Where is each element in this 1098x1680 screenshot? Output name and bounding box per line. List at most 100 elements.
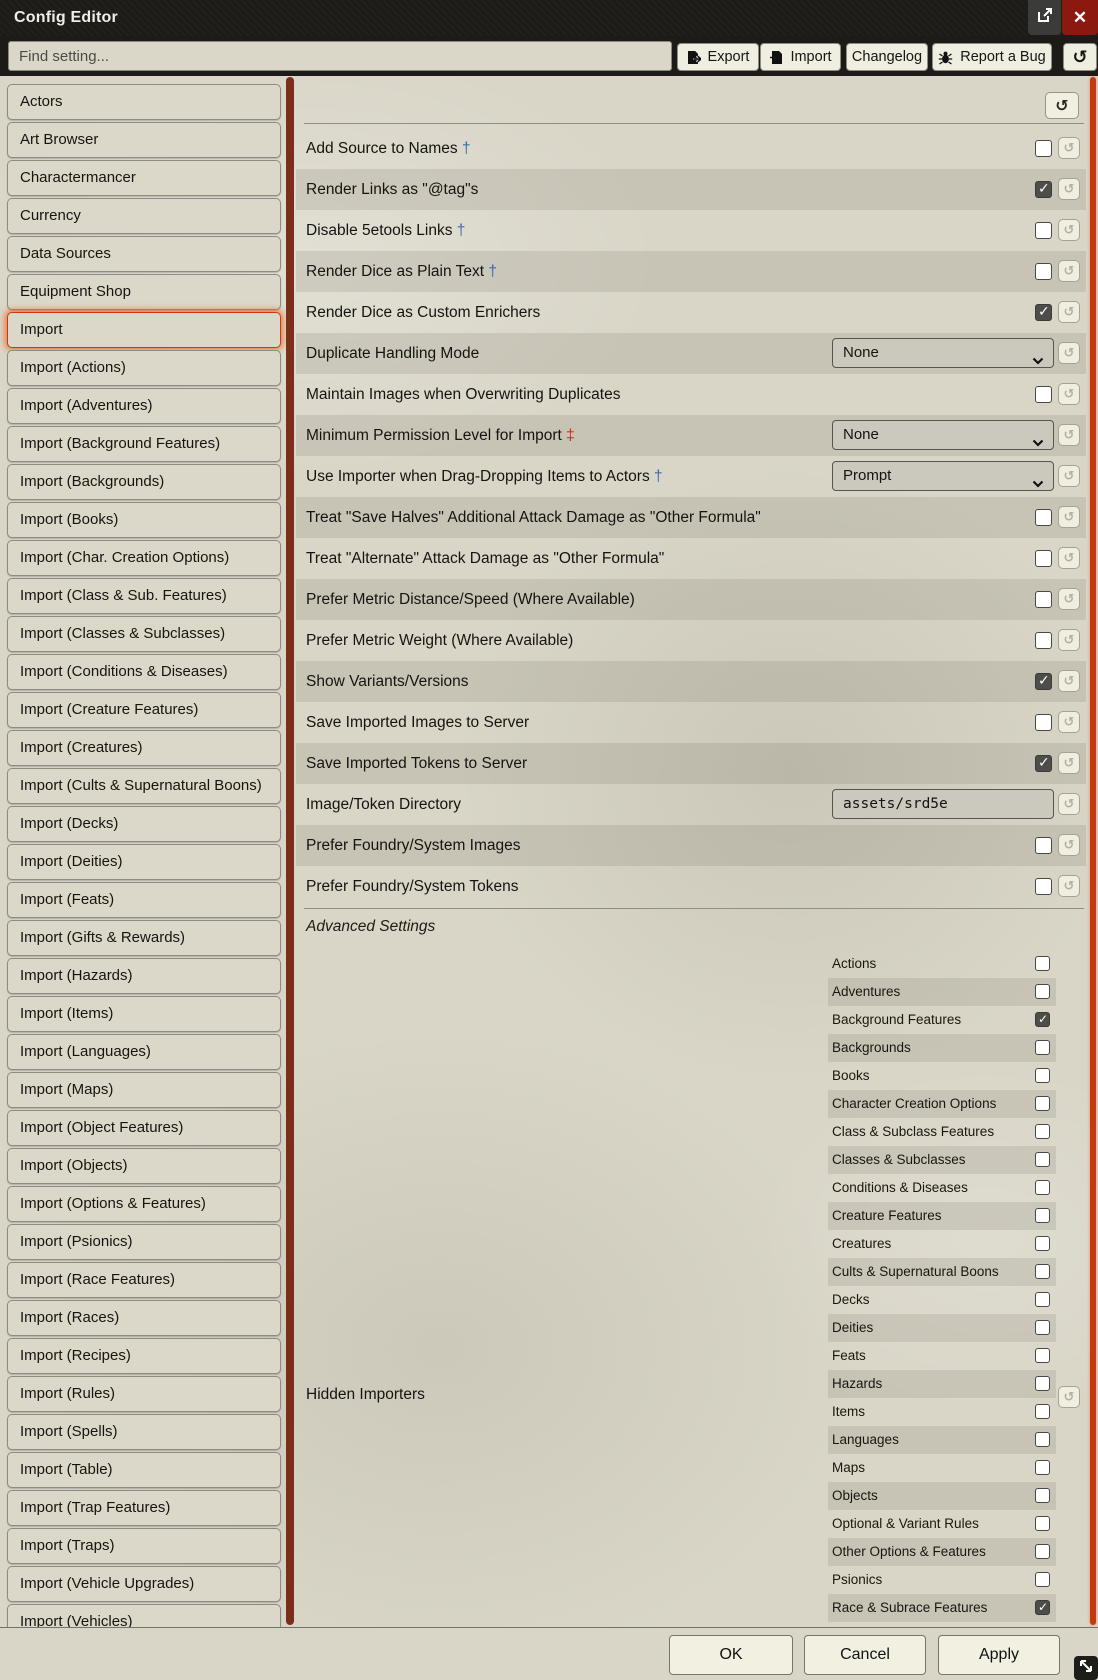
sidebar-item-import-maps[interactable]: Import (Maps) bbox=[7, 1072, 281, 1108]
checkbox-unchecked[interactable] bbox=[1035, 550, 1052, 567]
export-button[interactable]: Export bbox=[677, 43, 759, 71]
sidebar-item-import-creature-features[interactable]: Import (Creature Features) bbox=[7, 692, 281, 728]
checkbox-checked[interactable] bbox=[1035, 1600, 1050, 1615]
row-reset-button[interactable]: ↺ bbox=[1058, 875, 1080, 897]
sidebar-item-import-cults-supernatural-boons[interactable]: Import (Cults & Supernatural Boons) bbox=[7, 768, 281, 804]
checkbox-unchecked[interactable] bbox=[1035, 984, 1050, 999]
sidebar-item-import-class-sub-features[interactable]: Import (Class & Sub. Features) bbox=[7, 578, 281, 614]
checkbox-unchecked[interactable] bbox=[1035, 1208, 1050, 1223]
checkbox-unchecked[interactable] bbox=[1035, 1292, 1050, 1307]
checkbox-unchecked[interactable] bbox=[1035, 878, 1052, 895]
checkbox-unchecked[interactable] bbox=[1035, 1572, 1050, 1587]
checkbox-unchecked[interactable] bbox=[1035, 1432, 1050, 1447]
checkbox-unchecked[interactable] bbox=[1035, 1264, 1050, 1279]
sidebar-item-import-vehicle-upgrades[interactable]: Import (Vehicle Upgrades) bbox=[7, 1566, 281, 1602]
checkbox-unchecked[interactable] bbox=[1035, 1152, 1050, 1167]
sidebar-item-import-feats[interactable]: Import (Feats) bbox=[7, 882, 281, 918]
select-use-importer-when-drag-dropping-items-to-actors[interactable]: Prompt bbox=[832, 461, 1054, 491]
close-button[interactable]: ✕ bbox=[1062, 0, 1098, 35]
row-reset-button[interactable]: ↺ bbox=[1058, 752, 1080, 774]
sidebar-item-import-trap-features[interactable]: Import (Trap Features) bbox=[7, 1490, 281, 1526]
row-reset-button[interactable]: ↺ bbox=[1058, 670, 1080, 692]
row-reset-button[interactable]: ↺ bbox=[1058, 834, 1080, 856]
sidebar-item-import-backgrounds[interactable]: Import (Backgrounds) bbox=[7, 464, 281, 500]
checkbox-checked[interactable] bbox=[1035, 673, 1052, 690]
checkbox-unchecked[interactable] bbox=[1035, 1180, 1050, 1195]
sidebar-item-import-items[interactable]: Import (Items) bbox=[7, 996, 281, 1032]
search-input[interactable] bbox=[8, 41, 672, 71]
checkbox-unchecked[interactable] bbox=[1035, 714, 1052, 731]
checkbox-unchecked[interactable] bbox=[1035, 1320, 1050, 1335]
checkbox-unchecked[interactable] bbox=[1035, 140, 1052, 157]
sidebar-item-import-conditions-diseases[interactable]: Import (Conditions & Diseases) bbox=[7, 654, 281, 690]
import-button[interactable]: Import bbox=[760, 43, 841, 71]
checkbox-unchecked[interactable] bbox=[1035, 591, 1052, 608]
panel-reset-button[interactable]: ↺ bbox=[1045, 92, 1079, 119]
sidebar-item-import-recipes[interactable]: Import (Recipes) bbox=[7, 1338, 281, 1374]
sidebar-item-import-books[interactable]: Import (Books) bbox=[7, 502, 281, 538]
checkbox-unchecked[interactable] bbox=[1035, 1040, 1050, 1055]
checkbox-checked[interactable] bbox=[1035, 181, 1052, 198]
row-reset-button[interactable]: ↺ bbox=[1058, 383, 1080, 405]
ok-button[interactable]: OK bbox=[669, 1635, 793, 1675]
checkbox-checked[interactable] bbox=[1035, 755, 1052, 772]
checkbox-unchecked[interactable] bbox=[1035, 1460, 1050, 1475]
sidebar-item-import-deities[interactable]: Import (Deities) bbox=[7, 844, 281, 880]
checkbox-checked[interactable] bbox=[1035, 1012, 1050, 1027]
sidebar-item-import-races[interactable]: Import (Races) bbox=[7, 1300, 281, 1336]
sidebar-item-import-char-creation-options[interactable]: Import (Char. Creation Options) bbox=[7, 540, 281, 576]
sidebar-item-import-actions[interactable]: Import (Actions) bbox=[7, 350, 281, 386]
checkbox-unchecked[interactable] bbox=[1035, 1068, 1050, 1083]
row-reset-button[interactable]: ↺ bbox=[1058, 137, 1080, 159]
checkbox-unchecked[interactable] bbox=[1035, 1404, 1050, 1419]
sidebar-item-import[interactable]: Import bbox=[7, 312, 281, 348]
sidebar-item-import-object-features[interactable]: Import (Object Features) bbox=[7, 1110, 281, 1146]
checkbox-unchecked[interactable] bbox=[1035, 263, 1052, 280]
checkbox-unchecked[interactable] bbox=[1035, 1488, 1050, 1503]
row-reset-button[interactable]: ↺ bbox=[1058, 506, 1080, 528]
sidebar-item-import-decks[interactable]: Import (Decks) bbox=[7, 806, 281, 842]
sidebar-item-import-objects[interactable]: Import (Objects) bbox=[7, 1148, 281, 1184]
sidebar-item-actors[interactable]: Actors bbox=[7, 84, 281, 120]
sidebar-item-import-adventures[interactable]: Import (Adventures) bbox=[7, 388, 281, 424]
row-reset-button[interactable]: ↺ bbox=[1058, 793, 1080, 815]
report-bug-button[interactable]: Report a Bug bbox=[932, 43, 1052, 71]
row-reset-button[interactable]: ↺ bbox=[1058, 301, 1080, 323]
checkbox-unchecked[interactable] bbox=[1035, 386, 1052, 403]
checkbox-unchecked[interactable] bbox=[1035, 1348, 1050, 1363]
sidebar-item-import-spells[interactable]: Import (Spells) bbox=[7, 1414, 281, 1450]
cancel-button[interactable]: Cancel bbox=[804, 1635, 926, 1675]
sidebar-item-import-hazards[interactable]: Import (Hazards) bbox=[7, 958, 281, 994]
checkbox-unchecked[interactable] bbox=[1035, 1516, 1050, 1531]
sidebar-item-import-background-features[interactable]: Import (Background Features) bbox=[7, 426, 281, 462]
titlebar[interactable]: Config Editor ✕ bbox=[0, 0, 1098, 36]
sidebar-item-charactermancer[interactable]: Charactermancer bbox=[7, 160, 281, 196]
hidden-importers-reset-button[interactable]: ↺ bbox=[1058, 1386, 1080, 1408]
resize-handle[interactable] bbox=[1074, 1656, 1098, 1680]
checkbox-unchecked[interactable] bbox=[1035, 956, 1050, 971]
checkbox-unchecked[interactable] bbox=[1035, 222, 1052, 239]
sidebar-item-import-creatures[interactable]: Import (Creatures) bbox=[7, 730, 281, 766]
checkbox-unchecked[interactable] bbox=[1035, 1124, 1050, 1139]
checkbox-unchecked[interactable] bbox=[1035, 509, 1052, 526]
select-minimum-permission-level-for-import[interactable]: None bbox=[832, 420, 1054, 450]
sidebar-item-import-vehicles[interactable]: Import (Vehicles) bbox=[7, 1604, 281, 1627]
checkbox-unchecked[interactable] bbox=[1035, 632, 1052, 649]
sidebar-item-import-options-features[interactable]: Import (Options & Features) bbox=[7, 1186, 281, 1222]
sidebar-item-import-classes-subclasses[interactable]: Import (Classes & Subclasses) bbox=[7, 616, 281, 652]
checkbox-checked[interactable] bbox=[1035, 304, 1052, 321]
sidebar-item-import-languages[interactable]: Import (Languages) bbox=[7, 1034, 281, 1070]
row-reset-button[interactable]: ↺ bbox=[1058, 260, 1080, 282]
sidebar-item-import-traps[interactable]: Import (Traps) bbox=[7, 1528, 281, 1564]
changelog-button[interactable]: Changelog bbox=[846, 43, 928, 71]
sidebar-item-import-race-features[interactable]: Import (Race Features) bbox=[7, 1262, 281, 1298]
row-reset-button[interactable]: ↺ bbox=[1058, 465, 1080, 487]
checkbox-unchecked[interactable] bbox=[1035, 1544, 1050, 1559]
checkbox-unchecked[interactable] bbox=[1035, 1376, 1050, 1391]
row-reset-button[interactable]: ↺ bbox=[1058, 629, 1080, 651]
row-reset-button[interactable]: ↺ bbox=[1058, 178, 1080, 200]
sidebar-item-import-psionics[interactable]: Import (Psionics) bbox=[7, 1224, 281, 1260]
toolbar-reset-button[interactable]: ↺ bbox=[1063, 43, 1097, 71]
checkbox-unchecked[interactable] bbox=[1035, 1096, 1050, 1111]
sidebar-item-import-rules[interactable]: Import (Rules) bbox=[7, 1376, 281, 1412]
